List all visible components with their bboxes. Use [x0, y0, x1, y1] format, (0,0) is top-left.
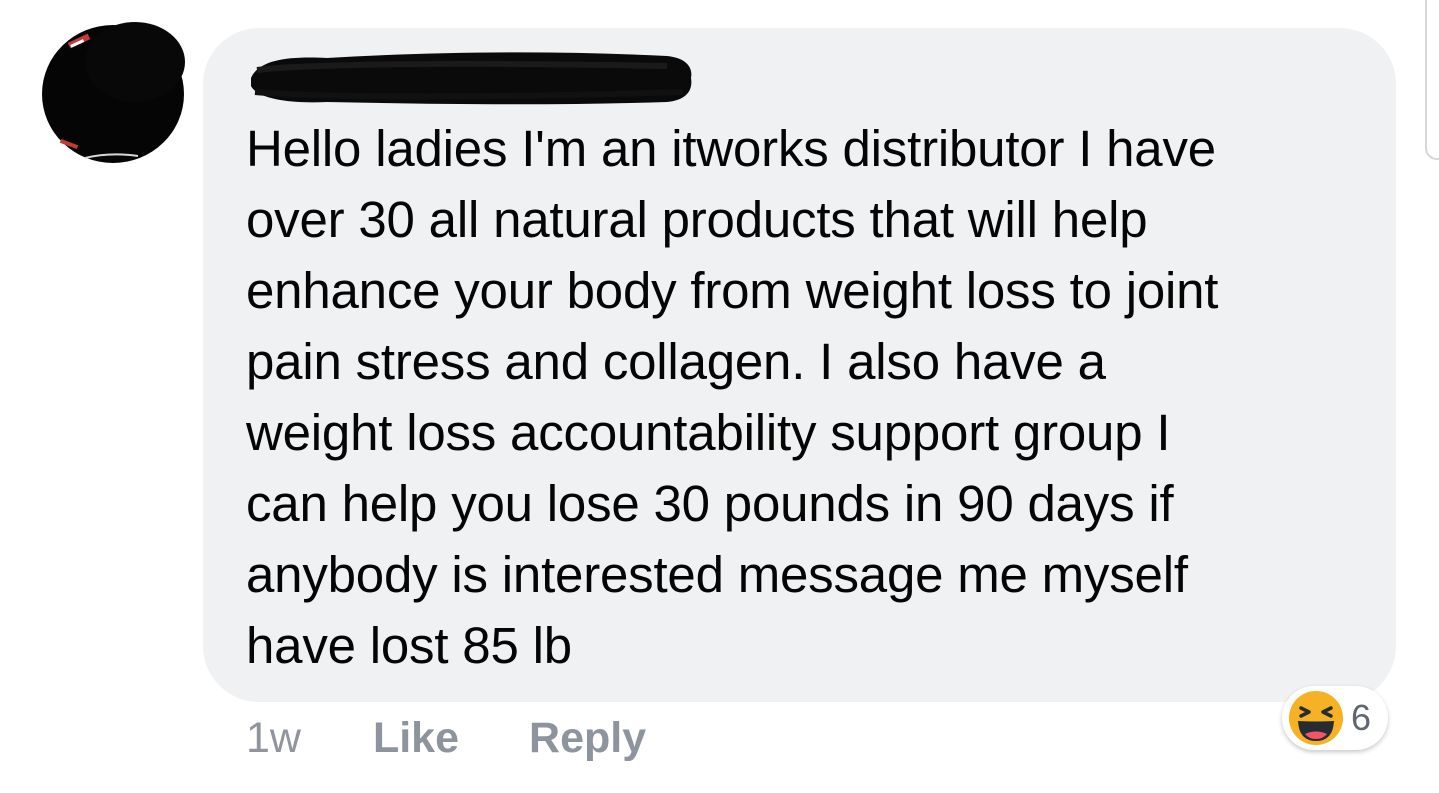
- comment-line: enhance your body from weight loss to jo…: [246, 262, 1219, 319]
- comment-screen: Hello ladies I'm an itworks distributor …: [0, 0, 1439, 793]
- comment-line: have lost 85 lb: [246, 617, 572, 674]
- comment-line: can help you lose 30 pounds in 90 days i…: [246, 475, 1174, 532]
- like-button[interactable]: Like: [373, 714, 459, 763]
- comment-line: weight loss accountability support group…: [246, 404, 1171, 461]
- comment-line: anybody is interested message me myself: [246, 546, 1188, 603]
- comment-line: over 30 all natural products that will h…: [246, 191, 1148, 248]
- reaction-count: 6: [1351, 697, 1372, 738]
- haha-emoji-icon: [1289, 691, 1343, 745]
- redacted-author-name[interactable]: [247, 46, 695, 108]
- comment-timestamp[interactable]: 1w: [246, 714, 301, 763]
- comment-line: pain stress and collagen. I also have a: [246, 333, 1106, 390]
- avatar[interactable]: [40, 22, 190, 167]
- comment-line: Hello ladies I'm an itworks distributor …: [246, 120, 1216, 177]
- comment-body: Hello ladies I'm an itworks distributor …: [246, 113, 1366, 681]
- comment-actions: 1w Like Reply: [246, 708, 716, 768]
- reaction-summary[interactable]: 6: [1282, 686, 1388, 750]
- reply-button[interactable]: Reply: [529, 714, 646, 763]
- scrollbar-edge: [1425, 0, 1439, 160]
